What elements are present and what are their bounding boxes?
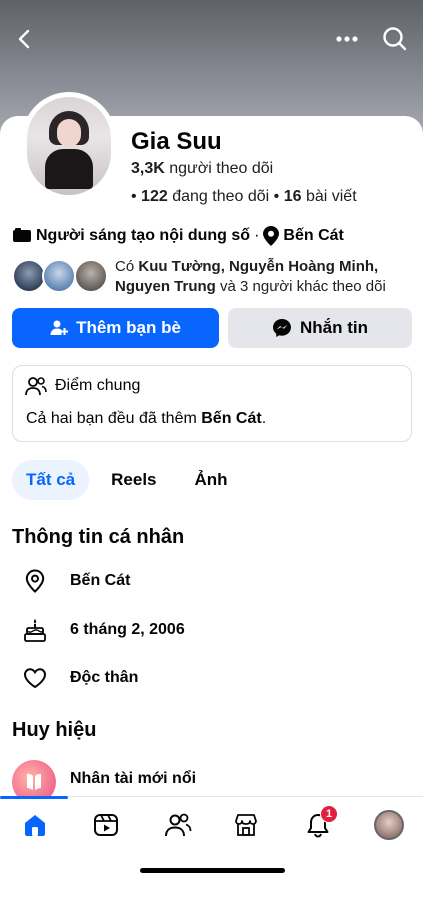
profile-stats: • 122 đang theo dõi • 16 bài viết <box>131 188 357 205</box>
tab-home[interactable] <box>17 807 53 843</box>
mutual-avatar <box>12 259 46 293</box>
location-pin-icon <box>263 226 280 246</box>
info-birthday-row: 6 tháng 2, 2006 <box>22 617 185 643</box>
mutual-avatars <box>12 259 112 295</box>
badge-item[interactable]: Nhân tài mới nổi <box>12 760 412 804</box>
message-label: Nhắn tin <box>300 318 368 337</box>
followers-count[interactable]: 3,3K người theo dõi <box>131 160 273 178</box>
profile-name: Gia Suu <box>131 128 222 155</box>
mutual-followers[interactable]: Có Kuu Tường, Nguyễn Hoàng Minh, Nguyen … <box>12 257 412 297</box>
friends-icon <box>165 813 192 837</box>
tab-friends[interactable] <box>160 807 196 843</box>
home-indicator <box>140 868 285 873</box>
tab-notifications[interactable]: 1 <box>300 805 338 843</box>
avatar-photo <box>27 97 111 195</box>
more-options-button[interactable] <box>330 22 364 56</box>
profile-avatar[interactable] <box>22 92 116 200</box>
common-points-title: Điểm chung <box>55 377 141 394</box>
messenger-icon <box>273 319 291 337</box>
badges-title: Huy hiệu <box>12 719 97 741</box>
following-count[interactable]: 122 <box>141 188 168 205</box>
back-button[interactable] <box>8 22 42 56</box>
tab-menu[interactable] <box>371 807 407 843</box>
info-location-row: Bến Cát <box>22 568 130 594</box>
video-camera-icon <box>13 228 31 242</box>
video-icon <box>94 814 118 836</box>
add-friend-label: Thêm bạn bè <box>76 318 181 337</box>
info-relationship-text: Độc thân <box>70 669 139 686</box>
tab-photos[interactable]: Ảnh <box>181 460 242 500</box>
tab-marketplace[interactable] <box>228 807 264 843</box>
tab-video[interactable] <box>88 807 124 843</box>
heart-outline-icon <box>22 665 48 691</box>
home-icon <box>25 815 45 836</box>
search-button[interactable] <box>378 22 412 56</box>
badge-label: Nhân tài mới nổi <box>70 770 197 787</box>
info-birthday-text: 6 tháng 2, 2006 <box>70 621 185 638</box>
profile-tabs: Tất cả Reels Ảnh <box>12 460 242 500</box>
tab-all[interactable]: Tất cả <box>12 460 90 500</box>
location-label[interactable]: Bến Cát <box>283 227 343 245</box>
info-location-text: Bến Cát <box>70 572 131 589</box>
add-friend-button[interactable]: Thêm bạn bè <box>12 308 219 348</box>
mutual-text: Có Kuu Tường, Nguyễn Hoàng Minh, Nguyen … <box>115 258 386 295</box>
common-points-header: Điểm chung <box>25 376 140 396</box>
profile-meta: Người sáng tạo nội dung số · Bến Cát <box>12 226 344 246</box>
common-points-text: Cả hai bạn đều đã thêm Bến Cát. <box>26 410 267 427</box>
birthday-cake-icon <box>22 617 48 643</box>
mutual-avatar <box>42 259 76 293</box>
posts-count: 16 <box>283 188 302 205</box>
message-button[interactable]: Nhắn tin <box>228 308 412 348</box>
more-dots-icon <box>336 36 358 42</box>
location-outline-icon <box>22 568 48 594</box>
creator-label: Người sáng tạo nội dung số <box>36 227 251 244</box>
active-tab-indicator <box>0 796 68 799</box>
people-icon <box>25 377 47 396</box>
tab-reels[interactable]: Reels <box>97 460 170 500</box>
search-icon <box>383 27 407 51</box>
back-arrow-icon <box>18 29 30 49</box>
marketplace-icon <box>235 814 257 836</box>
menu-avatar <box>374 810 404 840</box>
notification-count-badge: 1 <box>320 805 338 823</box>
mutual-avatar <box>74 259 108 293</box>
personal-info-title: Thông tin cá nhân <box>12 526 185 548</box>
bottom-tab-bar: 1 <box>0 796 423 852</box>
info-relationship-row: Độc thân <box>22 665 138 691</box>
common-points-card[interactable]: Điểm chung Cả hai bạn đều đã thêm Bến Cá… <box>12 365 412 442</box>
add-friend-icon <box>50 320 69 335</box>
